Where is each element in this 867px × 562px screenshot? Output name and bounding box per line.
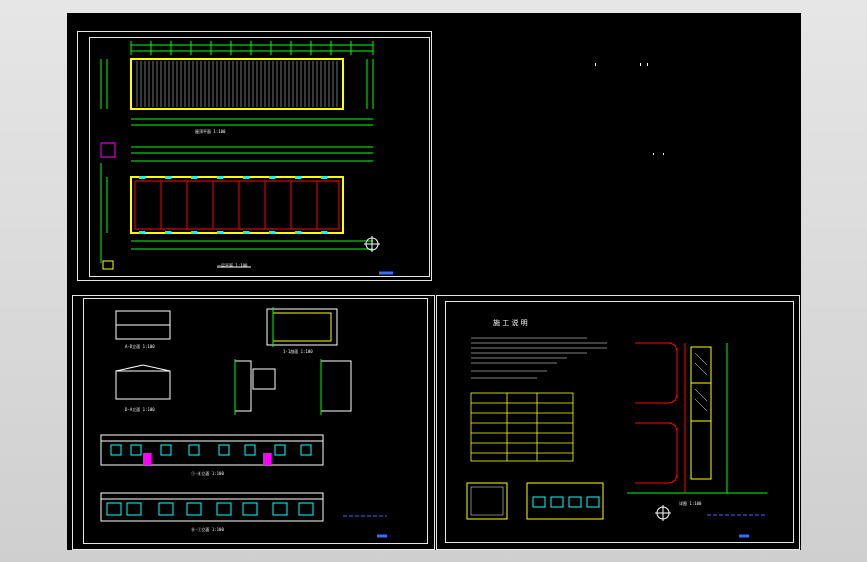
- detail-title: 详图 1:100: [679, 501, 702, 506]
- sheet3-drawing: [466, 337, 767, 538]
- cad-model-viewport[interactable]: 屋顶平面 1:100 一层平面 1:100 A-D立面 1:100 D-A立面 …: [67, 13, 801, 550]
